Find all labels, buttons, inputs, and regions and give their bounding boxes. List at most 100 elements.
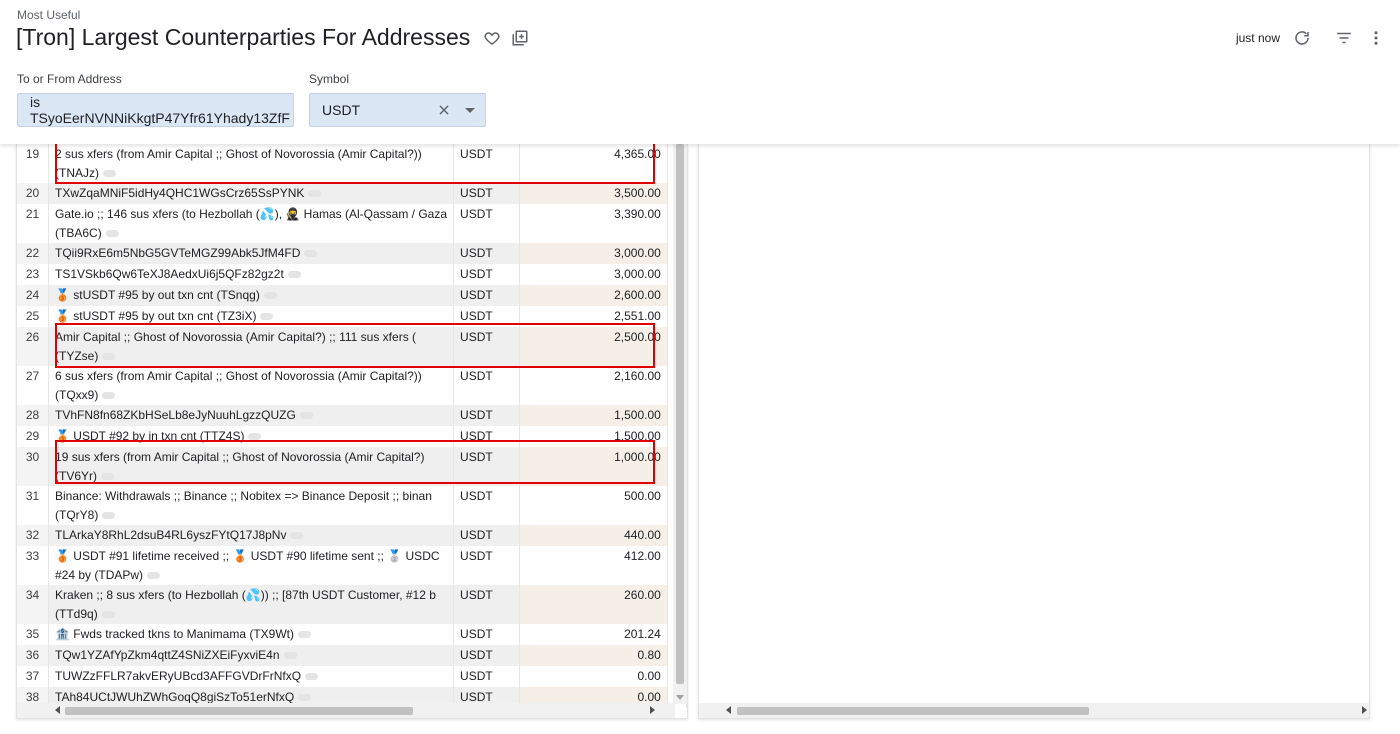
- counterparty-cell[interactable]: 🥉 USDT #91 lifetime received ;; 🥉 USDT #…: [48, 546, 455, 585]
- counterparty-cell[interactable]: 🥉 stUSDT #95 by out txn cnt (TZ3iX): [48, 306, 455, 327]
- row-number: 31: [17, 486, 50, 525]
- expand-chip-icon[interactable]: [290, 532, 304, 540]
- table-row[interactable]: 35 🏦 Fwds tracked tkns to Manimama (TX9Wt…: [17, 624, 687, 645]
- scroll-down-arrow-icon[interactable]: [676, 695, 684, 700]
- vertical-scrollbar-thumb[interactable]: [676, 144, 684, 684]
- table-row[interactable]: 37 TUWZzFFLR7akvERyUBcd3AFFGVDrFrNfxQ USDT…: [17, 666, 687, 687]
- dashboard-header: Most Useful [Tron] Largest Counterpartie…: [0, 0, 1400, 144]
- page-title: [Tron] Largest Counterparties For Addres…: [16, 24, 471, 50]
- scroll-left-arrow-icon[interactable]: [726, 706, 731, 714]
- counterparty-tag: (TQxx9): [55, 388, 99, 402]
- counterparty-label: 🥉 USDT #91 lifetime received ;; 🥉 USDT #…: [55, 549, 440, 563]
- counterparty-tag: (TBA6C): [55, 226, 102, 240]
- table-row[interactable]: 32 TLArkaY8RhL2dsuB4RL6yszFYtQ17J8pNv USDT…: [17, 525, 687, 546]
- scroll-left-arrow-icon[interactable]: [55, 706, 60, 714]
- horizontal-scrollbar-right-thumb[interactable]: [737, 707, 1089, 715]
- counterparty-cell[interactable]: Binance: Withdrawals ;; Binance ;; Nobit…: [48, 486, 455, 525]
- expand-chip-icon[interactable]: [248, 433, 262, 441]
- expand-chip-icon[interactable]: [102, 392, 116, 400]
- counterparty-cell[interactable]: Amir Capital ;; Ghost of Novorossia (Ami…: [48, 327, 455, 366]
- counterparty-cell[interactable]: 6 sus xfers (from Amir Capital ;; Ghost …: [48, 366, 455, 405]
- counterparty-cell[interactable]: TXwZqaMNiF5idHy4QHC1WGsCrz65SsPYNK: [48, 183, 455, 204]
- table-row[interactable]: 25 🥉 stUSDT #95 by out txn cnt (TZ3iX) USD…: [17, 306, 687, 327]
- table-row[interactable]: 23 TS1VSkb6Qw6TeXJ8AedxUi6j5QFz82gz2t USDT…: [17, 264, 687, 285]
- counterparty-cell[interactable]: 🏦 Fwds tracked tkns to Manimama (TX9Wt): [48, 624, 455, 645]
- results-table-body: 19 2 sus xfers (from Amir Capital ;; Ghos…: [17, 144, 687, 708]
- more-vert-icon[interactable]: [1366, 28, 1386, 48]
- table-row[interactable]: 24 🥉 stUSDT #95 by out txn cnt (TSnqg) USD…: [17, 285, 687, 306]
- expand-chip-icon[interactable]: [102, 353, 116, 361]
- expand-chip-icon[interactable]: [283, 652, 297, 660]
- table-row[interactable]: 22 TQii9RxE6m5NbG5GVTeMGZ99Abk5JfM4FD USDT…: [17, 243, 687, 264]
- table-row[interactable]: 33 🥉 USDT #91 lifetime received ;; 🥉 USDT…: [17, 546, 687, 585]
- table-row[interactable]: 29 🥉 USDT #92 by in txn cnt (TTZ4S) USDT 1,…: [17, 426, 687, 447]
- counterparty-cell[interactable]: 🥉 USDT #92 by in txn cnt (TTZ4S): [48, 426, 455, 447]
- expand-chip-icon[interactable]: [103, 170, 117, 178]
- breadcrumb[interactable]: Most Useful: [17, 8, 80, 22]
- table-row[interactable]: 31 Binance: Withdrawals ;; Binance ;; Nob…: [17, 486, 687, 525]
- table-row[interactable]: 36 TQw1YZAfYpZkm4qttZ4SNiZXEiFyxviE4n USDT…: [17, 645, 687, 666]
- counterparty-cell[interactable]: TLArkaY8RhL2dsuB4RL6yszFYtQ17J8pNv: [48, 525, 455, 546]
- address-filter-input[interactable]: is TSyoEerNVNNiKkgtP47Yfr61Yhady13ZfF: [17, 93, 294, 127]
- symbol-cell: USDT: [453, 204, 521, 243]
- table-row[interactable]: 26 Amir Capital ;; Ghost of Novorossia (A…: [17, 327, 687, 366]
- filter-lines-icon[interactable]: [1334, 28, 1354, 48]
- expand-chip-icon[interactable]: [101, 611, 115, 619]
- title-row: [Tron] Largest Counterparties For Addres…: [16, 24, 532, 51]
- counterparty-cell[interactable]: Gate.io ;; 146 sus xfers (to Hezbollah (…: [48, 204, 455, 243]
- caret-down-icon[interactable]: [465, 107, 475, 113]
- counterparty-cell[interactable]: TUWZzFFLR7akvERyUBcd3AFFGVDrFrNfxQ: [48, 666, 455, 687]
- row-number: 28: [17, 405, 50, 426]
- expand-chip-icon[interactable]: [304, 250, 318, 258]
- counterparty-tag: (TQrY8): [55, 508, 99, 522]
- scroll-right-arrow-icon[interactable]: [650, 706, 655, 714]
- vertical-scrollbar[interactable]: [673, 144, 687, 704]
- table-row[interactable]: 21 Gate.io ;; 146 sus xfers (to Hezbollah…: [17, 204, 687, 243]
- expand-chip-icon[interactable]: [101, 473, 115, 481]
- counterparty-cell[interactable]: TVhFN8fn68ZKbHSeLb8eJyNuuhLgzzQUZG: [48, 405, 455, 426]
- table-row[interactable]: 28 TVhFN8fn68ZKbHSeLb8eJyNuuhLgzzQUZG USDT…: [17, 405, 687, 426]
- table-row[interactable]: 20 TXwZqaMNiF5idHy4QHC1WGsCrz65SsPYNK USDT…: [17, 183, 687, 204]
- amount-cell: 2,551.00: [519, 306, 668, 327]
- counterparty-label: Binance: Withdrawals ;; Binance ;; Nobit…: [55, 489, 432, 503]
- counterparty-cell[interactable]: TQw1YZAfYpZkm4qttZ4SNiZXEiFyxviE4n: [48, 645, 455, 666]
- counterparty-cell[interactable]: TQii9RxE6m5NbG5GVTeMGZ99Abk5JfM4FD: [48, 243, 455, 264]
- expand-chip-icon[interactable]: [305, 673, 319, 681]
- chart-panel-empty: [698, 144, 1370, 719]
- expand-chip-icon[interactable]: [299, 412, 313, 420]
- expand-chip-icon[interactable]: [260, 313, 274, 321]
- expand-chip-icon[interactable]: [147, 572, 161, 580]
- amount-cell: 412.00: [519, 546, 668, 585]
- expand-chip-icon[interactable]: [105, 230, 119, 238]
- close-icon[interactable]: [437, 103, 451, 117]
- heart-outline-icon[interactable]: [480, 26, 504, 50]
- expand-chip-icon[interactable]: [263, 292, 277, 300]
- counterparty-label: 19 sus xfers (from Amir Capital ;; Ghost…: [55, 450, 425, 464]
- expand-chip-icon[interactable]: [287, 271, 301, 279]
- symbol-cell: USDT: [453, 306, 521, 327]
- symbol-filter-value: USDT: [322, 102, 361, 118]
- row-number: 30: [17, 447, 50, 486]
- horizontal-scrollbar-thumb[interactable]: [65, 707, 413, 715]
- add-to-collection-icon[interactable]: [508, 26, 532, 50]
- amount-cell: 0.80: [519, 645, 668, 666]
- table-row[interactable]: 19 2 sus xfers (from Amir Capital ;; Ghos…: [17, 144, 687, 183]
- symbol-cell: USDT: [453, 525, 521, 546]
- counterparty-cell[interactable]: 19 sus xfers (from Amir Capital ;; Ghost…: [48, 447, 455, 486]
- table-row[interactable]: 30 19 sus xfers (from Amir Capital ;; Gho…: [17, 447, 687, 486]
- horizontal-scrollbar[interactable]: [17, 703, 675, 718]
- table-row[interactable]: 34 Kraken ;; 8 sus xfers (to Hezbollah (💦…: [17, 585, 687, 624]
- expand-chip-icon[interactable]: [308, 190, 322, 198]
- table-row[interactable]: 27 6 sus xfers (from Amir Capital ;; Ghos…: [17, 366, 687, 405]
- expand-chip-icon[interactable]: [298, 694, 312, 702]
- expand-chip-icon[interactable]: [298, 631, 312, 639]
- scroll-right-arrow-icon[interactable]: [1362, 706, 1367, 714]
- expand-chip-icon[interactable]: [102, 512, 116, 520]
- counterparty-cell[interactable]: 🥉 stUSDT #95 by out txn cnt (TSnqg): [48, 285, 455, 306]
- counterparty-cell[interactable]: TS1VSkb6Qw6TeXJ8AedxUi6j5QFz82gz2t: [48, 264, 455, 285]
- refresh-icon[interactable]: [1292, 28, 1312, 48]
- symbol-filter-select[interactable]: USDT: [309, 93, 486, 127]
- counterparty-cell[interactable]: Kraken ;; 8 sus xfers (to Hezbollah (💦))…: [48, 585, 455, 624]
- counterparty-cell[interactable]: 2 sus xfers (from Amir Capital ;; Ghost …: [48, 144, 455, 183]
- horizontal-scrollbar-right[interactable]: [699, 703, 1369, 718]
